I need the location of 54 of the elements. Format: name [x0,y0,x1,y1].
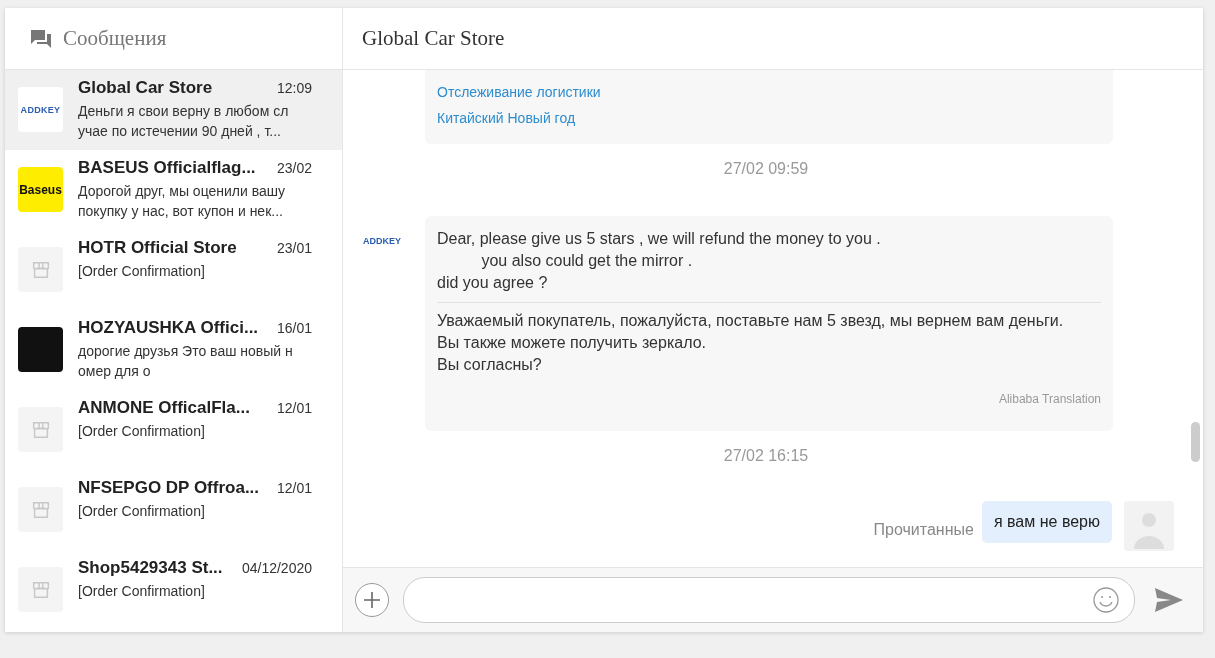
message-timestamp: 27/02 09:59 [722,160,810,178]
conversation-name: Shop5429343 St... [78,558,223,578]
read-status: Прочитанные [873,521,974,539]
conversation-preview: [Order Confirmation] [78,502,206,521]
scrollbar-thumb[interactable] [1191,422,1200,462]
photo-placeholder [18,327,63,372]
user-avatar [1124,501,1174,551]
chat-title: Global Car Store [362,26,505,51]
conversation-name: ANMONE OfficalFla... [78,398,250,418]
conversation-preview: Дорогой друг, мы оценили вашу покупку у нас, вот купон и нек... [78,182,286,221]
conversation-item[interactable]: Shop5429343 St... 04/12/2020 [Order Confirmation] [5,550,342,630]
conversation-item[interactable]: ADDKEY Global Car Store 12:09 Деньги я свои верну в любом сл учае по истечении 90 дней , т... [5,70,342,150]
conversation-item[interactable]: Baseus BASEUS Officialflag... 23/02 Дорогой друг, мы оценили вашу покупку у нас, вот купон и нек... [5,150,342,230]
conversation-item[interactable]: HOZYAUSHKA Offici... 16/01 дорогие друзья Это ваш новый н омер для о [5,310,342,390]
store-logo: Baseus [18,167,63,212]
conversation-preview: Деньги я свои верну в любом сл учае по истечении 90 дней , т... [78,102,290,141]
conversation-time: 04/12/2020 [241,560,312,576]
conversation-item[interactable]: NFSEPGO DP Offroa... 12/01 [Order Confirmation] [5,470,342,550]
conversation-preview: дорогие друзья Это ваш новый н омер для о [78,342,294,381]
message-text: Dear, please give us 5 stars , we will refund the money to you . you also could get the mirror . did you agree ? [437,228,1101,303]
conversation-preview: [Order Confirmation] [78,262,206,281]
message-timestamp: 27/02 16:15 [722,447,810,465]
sidebar-title: Сообщения [63,26,167,51]
conversation-time: 12:09 [276,80,312,96]
storefront-avatar [18,487,63,532]
conversation-time: 23/02 [276,160,312,176]
quick-link[interactable]: Китайский Новый год [437,110,576,126]
translation-credit: Alibaba Translation [997,392,1101,406]
conversation-preview: [Order Confirmation] [78,582,206,601]
quick-link[interactable]: Отслеживание логистики [437,84,601,100]
conversation-name: BASEUS Officialflag... [78,158,256,178]
storefront-avatar [18,407,63,452]
emoji-icon[interactable] [1092,586,1120,614]
conversation-item[interactable]: ANMONE OfficalFla... 12/01 [Order Confirmation] [5,390,342,470]
storefront-avatar [18,247,63,292]
storefront-avatar [18,567,63,612]
conversation-name: HOTR Official Store [78,238,237,258]
conversation-name: Global Car Store [78,78,213,98]
send-icon[interactable] [1155,588,1183,612]
conversation-time: 16/01 [276,320,312,336]
conversation-name: NFSEPGO DP Offroa... [78,478,260,498]
conversation-preview: [Order Confirmation] [78,422,206,441]
sender-logo: ADDKEY [363,236,402,246]
translated-text: Уважаемый покупатель, пожалуйста, поставьте нам 5 звезд, мы вернем вам деньги. Вы также можете получить зеркало. Вы согласны? [437,311,1065,375]
message-bubble: я вам не верю [981,501,1112,543]
plus-icon [362,590,382,610]
conversation-time: 12/01 [276,400,312,416]
conversation-item[interactable]: HOTR Official Store 23/01 [Order Confirmation] [5,230,342,310]
add-button[interactable] [355,583,389,617]
store-logo: ADDKEY [18,87,63,132]
conversation-name: HOZYAUSHKA Offici... [78,318,259,338]
conversation-time: 23/01 [276,240,312,256]
message-input[interactable] [403,577,1135,623]
conversation-time: 12/01 [276,480,312,496]
